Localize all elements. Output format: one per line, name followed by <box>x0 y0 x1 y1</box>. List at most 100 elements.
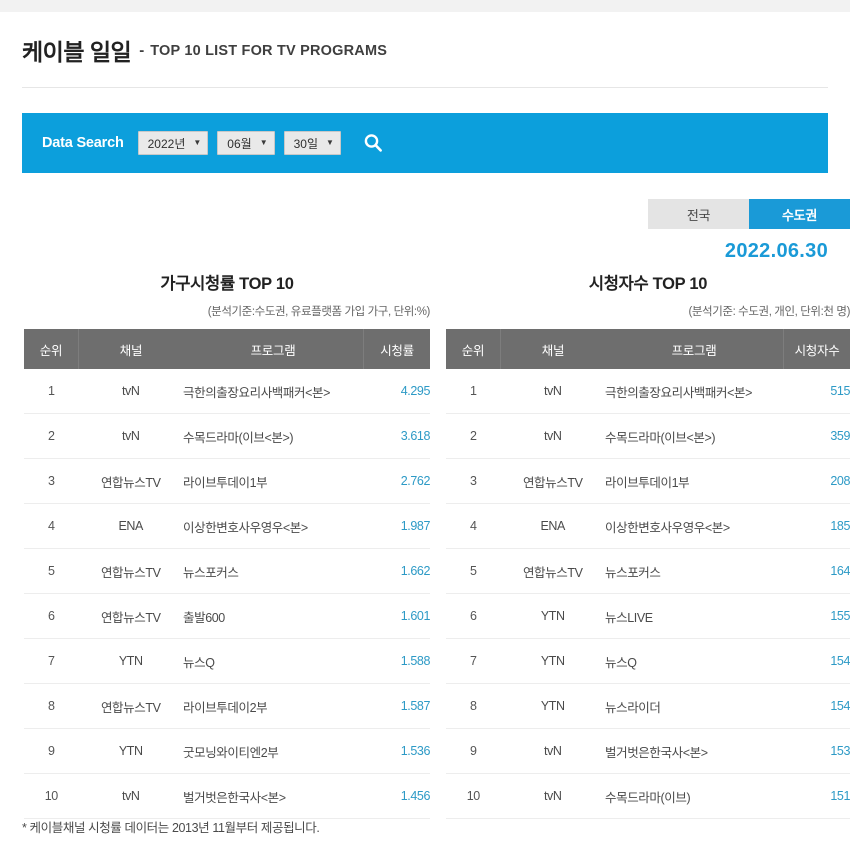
cell-program: 라이브투데이2부 <box>183 683 364 729</box>
chevron-down-icon: ▼ <box>326 138 334 147</box>
table-row: 8 연합뉴스TV 라이브투데이2부 1.587 <box>24 683 430 729</box>
region-toggle-capital[interactable]: 수도권 <box>749 199 850 229</box>
cell-channel: ENA <box>78 503 183 549</box>
cell-rank: 1 <box>24 369 79 414</box>
column-header-rank: 순위 <box>446 329 501 369</box>
region-toggle-nationwide[interactable]: 전국 <box>648 199 749 229</box>
cell-rank: 6 <box>24 593 79 639</box>
chevron-down-icon: ▼ <box>259 138 268 147</box>
column-header-value: 시청률 <box>363 329 430 369</box>
cell-channel: 연합뉴스TV <box>78 458 183 504</box>
cell-value: 4.295 <box>363 369 430 414</box>
cell-program: 극한의출장요리사백패커<본> <box>183 369 364 414</box>
table-row: 6 YTN 뉴스LIVE 155 <box>446 593 850 639</box>
search-button[interactable] <box>360 130 386 156</box>
cell-program: 벌거벗은한국사<본> <box>605 728 784 774</box>
cell-program: 이상한변호사우영우<본> <box>605 503 784 549</box>
cell-rank: 6 <box>446 593 501 639</box>
cell-program: 굿모닝와이티엔2부 <box>183 728 364 774</box>
cell-program: 출발600 <box>183 593 364 639</box>
column-header-program: 프로그램 <box>183 329 364 369</box>
cell-program: 뉴스Q <box>183 638 364 684</box>
ranking-panels: 가구시청률 TOP 10 (분석기준:수도권, 유료플랫폼 가입 가구, 단위:… <box>0 270 850 819</box>
household-rating-table: 순위 채널 프로그램 시청률 1 tvN 극한의출장요리사백패커<본> 4.295 2 t… <box>24 329 430 819</box>
cell-channel: tvN <box>500 413 605 459</box>
household-rating-title: 가구시청률 TOP 10 <box>160 275 294 293</box>
cell-value: 153 <box>783 728 850 774</box>
column-header-program: 프로그램 <box>605 329 784 369</box>
data-search-label: Data Search <box>42 135 124 151</box>
cell-rank: 4 <box>446 503 501 549</box>
cell-value: 359 <box>783 413 850 459</box>
search-icon <box>364 134 382 152</box>
page-title: 케이블 일일 - TOP 10 LIST FOR TV PROGRAMS <box>0 12 850 87</box>
cell-value: 154 <box>783 638 850 684</box>
cell-channel: YTN <box>78 728 183 774</box>
cell-channel: ENA <box>500 503 605 549</box>
cell-channel: YTN <box>500 638 605 684</box>
household-rating-panel: 가구시청률 TOP 10 (분석기준:수도권, 유료플랫폼 가입 가구, 단위:… <box>0 270 438 819</box>
cell-rank: 10 <box>446 773 501 819</box>
cell-value: 1.588 <box>363 638 430 684</box>
cell-channel: tvN <box>78 773 183 819</box>
cell-rank: 9 <box>24 728 79 774</box>
cell-rank: 2 <box>24 413 79 459</box>
data-search-bar: Data Search 2022년 ▼ 06월 ▼ 30일 ▼ <box>22 113 828 173</box>
cell-rank: 10 <box>24 773 79 819</box>
table-row: 1 tvN 극한의출장요리사백패커<본> 4.295 <box>24 369 430 414</box>
household-rating-subtitle: (분석기준:수도권, 유료플랫폼 가입 가구, 단위:%) <box>207 306 431 318</box>
household-rating-body: 1 tvN 극한의출장요리사백패커<본> 4.295 2 tvN 수목드라마(이브<본>) 3… <box>24 369 430 819</box>
cell-program: 극한의출장요리사백패커<본> <box>605 369 784 414</box>
cell-value: 1.587 <box>363 683 430 729</box>
year-dropdown[interactable]: 2022년 ▼ <box>137 131 209 155</box>
top-strip <box>0 0 850 12</box>
cell-value: 154 <box>783 683 850 729</box>
cell-channel: YTN <box>500 593 605 639</box>
table-row: 3 연합뉴스TV 라이브투데이1부 208 <box>446 458 850 504</box>
cell-rank: 8 <box>446 683 501 729</box>
viewership-count-body: 1 tvN 극한의출장요리사백패커<본> 515 2 tvN 수목드라마(이브<본>) 359… <box>446 369 850 819</box>
cell-program: 벌거벗은한국사<본> <box>183 773 364 819</box>
page-title-dash: - <box>139 42 145 59</box>
table-header-row: 순위 채널 프로그램 시청자수 <box>446 329 850 369</box>
cell-value: 1.987 <box>363 503 430 549</box>
cell-value: 185 <box>783 503 850 549</box>
chevron-down-icon: ▼ <box>193 138 202 147</box>
cell-program: 뉴스포커스 <box>605 548 784 594</box>
table-row: 5 연합뉴스TV 뉴스포커스 1.662 <box>24 548 430 594</box>
cell-channel: 연합뉴스TV <box>500 548 605 594</box>
cell-value: 164 <box>783 548 850 594</box>
cell-channel: YTN <box>500 683 605 729</box>
table-row: 3 연합뉴스TV 라이브투데이1부 2.762 <box>24 458 430 504</box>
cell-program: 수목드라마(이브) <box>605 773 784 819</box>
table-row: 5 연합뉴스TV 뉴스포커스 164 <box>446 548 850 594</box>
cell-value: 1.662 <box>363 548 430 594</box>
table-row: 10 tvN 벌거벗은한국사<본> 1.456 <box>24 773 430 819</box>
cell-channel: tvN <box>78 369 183 414</box>
cell-program: 이상한변호사우영우<본> <box>183 503 364 549</box>
year-dropdown-value: 2022년 <box>147 136 186 151</box>
column-header-value: 시청자수 <box>783 329 850 369</box>
cell-channel: YTN <box>78 638 183 684</box>
page-title-subtitle: TOP 10 LIST FOR TV PROGRAMS <box>150 42 388 59</box>
viewership-count-title: 시청자수 TOP 10 <box>588 275 708 293</box>
cell-program: 뉴스Q <box>605 638 784 684</box>
cell-program: 수목드라마(이브<본>) <box>605 413 784 459</box>
cell-rank: 5 <box>446 548 501 594</box>
day-dropdown[interactable]: 30일 ▼ <box>283 131 341 155</box>
cell-rank: 2 <box>446 413 501 459</box>
cell-value: 1.456 <box>363 773 430 819</box>
cell-rank: 7 <box>24 638 79 684</box>
column-header-channel: 채널 <box>78 329 183 369</box>
cell-value: 2.762 <box>363 458 430 504</box>
cell-channel: tvN <box>500 728 605 774</box>
month-dropdown[interactable]: 06월 ▼ <box>217 131 275 155</box>
table-row: 9 YTN 굿모닝와이티엔2부 1.536 <box>24 728 430 774</box>
viewership-count-panel: 시청자수 TOP 10 (분석기준: 수도권, 개인, 단위:천 명) 순위 채… <box>438 270 850 819</box>
cell-channel: 연합뉴스TV <box>500 458 605 504</box>
cell-channel: 연합뉴스TV <box>78 548 183 594</box>
page-title-main: 케이블 일일 <box>22 38 132 65</box>
cell-rank: 7 <box>446 638 501 684</box>
cell-value: 515 <box>783 369 850 414</box>
table-row: 1 tvN 극한의출장요리사백패커<본> 515 <box>446 369 850 414</box>
